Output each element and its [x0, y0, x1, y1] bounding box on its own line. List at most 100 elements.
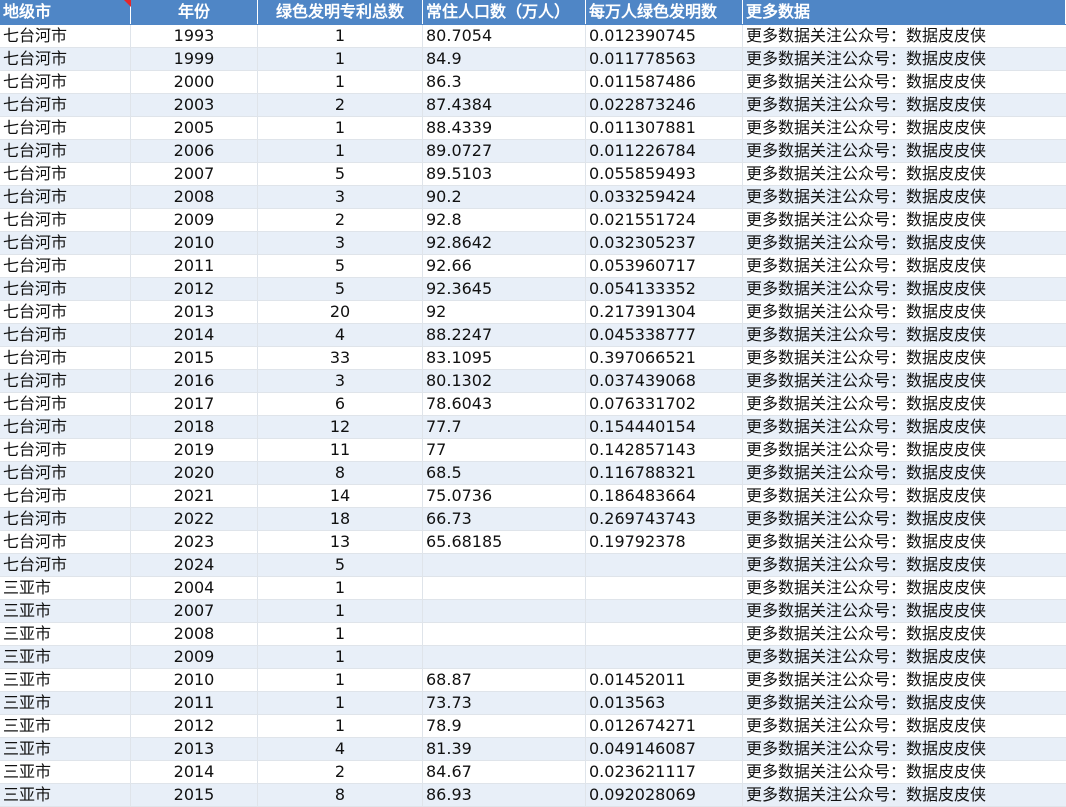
cell-more[interactable]: 更多数据关注公众号：数据皮皮侠 [743, 646, 1066, 668]
cell-population[interactable]: 66.73 [423, 508, 586, 530]
cell-per-capita[interactable]: 0.142857143 [586, 439, 743, 461]
cell-population[interactable]: 92.8 [423, 209, 586, 231]
cell-more[interactable]: 更多数据关注公众号：数据皮皮侠 [743, 301, 1066, 323]
cell-patents[interactable]: 5 [258, 278, 423, 300]
cell-population[interactable] [423, 554, 586, 576]
cell-more[interactable]: 更多数据关注公众号：数据皮皮侠 [743, 623, 1066, 645]
cell-per-capita[interactable]: 0.022873246 [586, 94, 743, 116]
cell-more[interactable]: 更多数据关注公众号：数据皮皮侠 [743, 531, 1066, 553]
cell-population[interactable] [423, 577, 586, 599]
cell-patents[interactable]: 1 [258, 669, 423, 691]
cell-year[interactable]: 2018 [131, 416, 258, 438]
cell-more[interactable]: 更多数据关注公众号：数据皮皮侠 [743, 232, 1066, 254]
cell-population[interactable]: 75.0736 [423, 485, 586, 507]
cell-city[interactable]: 三亚市 [0, 738, 131, 760]
cell-city[interactable]: 七台河市 [0, 94, 131, 116]
cell-more[interactable]: 更多数据关注公众号：数据皮皮侠 [743, 577, 1066, 599]
cell-per-capita[interactable]: 0.032305237 [586, 232, 743, 254]
cell-patents[interactable]: 13 [258, 531, 423, 553]
cell-patents[interactable]: 8 [258, 462, 423, 484]
cell-year[interactable]: 2014 [131, 324, 258, 346]
cell-patents[interactable]: 2 [258, 209, 423, 231]
cell-more[interactable]: 更多数据关注公众号：数据皮皮侠 [743, 324, 1066, 346]
header-cell-more[interactable]: 更多数据 [743, 0, 1066, 24]
cell-city[interactable]: 七台河市 [0, 393, 131, 415]
cell-year[interactable]: 2010 [131, 232, 258, 254]
cell-population[interactable]: 92.66 [423, 255, 586, 277]
cell-city[interactable]: 七台河市 [0, 163, 131, 185]
cell-year[interactable]: 2020 [131, 462, 258, 484]
cell-patents[interactable]: 1 [258, 692, 423, 714]
cell-population[interactable]: 65.68185 [423, 531, 586, 553]
cell-patents[interactable]: 4 [258, 324, 423, 346]
cell-population[interactable]: 68.87 [423, 669, 586, 691]
cell-more[interactable]: 更多数据关注公众号：数据皮皮侠 [743, 25, 1066, 47]
cell-per-capita[interactable]: 0.021551724 [586, 209, 743, 231]
cell-year[interactable]: 1993 [131, 25, 258, 47]
cell-population[interactable]: 90.2 [423, 186, 586, 208]
cell-population[interactable] [423, 600, 586, 622]
cell-population[interactable]: 77 [423, 439, 586, 461]
cell-per-capita[interactable]: 0.055859493 [586, 163, 743, 185]
cell-more[interactable]: 更多数据关注公众号：数据皮皮侠 [743, 692, 1066, 714]
cell-per-capita[interactable] [586, 623, 743, 645]
cell-year[interactable]: 2023 [131, 531, 258, 553]
cell-patents[interactable]: 11 [258, 439, 423, 461]
cell-patents[interactable]: 1 [258, 48, 423, 70]
cell-more[interactable]: 更多数据关注公众号：数据皮皮侠 [743, 48, 1066, 70]
cell-city[interactable]: 七台河市 [0, 209, 131, 231]
cell-population[interactable]: 88.4339 [423, 117, 586, 139]
cell-city[interactable]: 七台河市 [0, 347, 131, 369]
cell-year[interactable]: 2011 [131, 255, 258, 277]
cell-population[interactable] [423, 623, 586, 645]
cell-year[interactable]: 2006 [131, 140, 258, 162]
cell-population[interactable]: 84.9 [423, 48, 586, 70]
cell-more[interactable]: 更多数据关注公众号：数据皮皮侠 [743, 738, 1066, 760]
cell-year[interactable]: 2022 [131, 508, 258, 530]
cell-more[interactable]: 更多数据关注公众号：数据皮皮侠 [743, 761, 1066, 783]
cell-population[interactable]: 73.73 [423, 692, 586, 714]
cell-population[interactable]: 80.1302 [423, 370, 586, 392]
cell-city[interactable]: 七台河市 [0, 117, 131, 139]
cell-more[interactable]: 更多数据关注公众号：数据皮皮侠 [743, 186, 1066, 208]
cell-more[interactable]: 更多数据关注公众号：数据皮皮侠 [743, 462, 1066, 484]
cell-population[interactable]: 86.93 [423, 784, 586, 806]
cell-population[interactable]: 86.3 [423, 71, 586, 93]
cell-year[interactable]: 2015 [131, 347, 258, 369]
cell-per-capita[interactable]: 0.054133352 [586, 278, 743, 300]
cell-per-capita[interactable]: 0.01452011 [586, 669, 743, 691]
header-cell-population[interactable]: 常住人口数（万人） [423, 0, 586, 24]
cell-population[interactable]: 88.2247 [423, 324, 586, 346]
cell-more[interactable]: 更多数据关注公众号：数据皮皮侠 [743, 439, 1066, 461]
cell-city[interactable]: 七台河市 [0, 140, 131, 162]
cell-city[interactable]: 七台河市 [0, 554, 131, 576]
cell-per-capita[interactable]: 0.011307881 [586, 117, 743, 139]
cell-patents[interactable]: 5 [258, 163, 423, 185]
cell-year[interactable]: 2019 [131, 439, 258, 461]
cell-more[interactable]: 更多数据关注公众号：数据皮皮侠 [743, 370, 1066, 392]
cell-more[interactable]: 更多数据关注公众号：数据皮皮侠 [743, 94, 1066, 116]
cell-per-capita[interactable]: 0.037439068 [586, 370, 743, 392]
cell-city[interactable]: 七台河市 [0, 324, 131, 346]
cell-city[interactable]: 三亚市 [0, 784, 131, 806]
cell-year[interactable]: 2014 [131, 761, 258, 783]
cell-per-capita[interactable]: 0.076331702 [586, 393, 743, 415]
cell-more[interactable]: 更多数据关注公众号：数据皮皮侠 [743, 600, 1066, 622]
header-cell-patents[interactable]: 绿色发明专利总数 [258, 0, 423, 24]
cell-more[interactable]: 更多数据关注公众号：数据皮皮侠 [743, 715, 1066, 737]
cell-patents[interactable]: 1 [258, 646, 423, 668]
cell-city[interactable]: 三亚市 [0, 600, 131, 622]
cell-year[interactable]: 2009 [131, 209, 258, 231]
cell-per-capita[interactable] [586, 600, 743, 622]
cell-year[interactable]: 2010 [131, 669, 258, 691]
cell-per-capita[interactable]: 0.049146087 [586, 738, 743, 760]
cell-patents[interactable]: 3 [258, 232, 423, 254]
cell-patents[interactable]: 1 [258, 25, 423, 47]
cell-per-capita[interactable]: 0.19792378 [586, 531, 743, 553]
cell-patents[interactable]: 4 [258, 738, 423, 760]
cell-population[interactable]: 87.4384 [423, 94, 586, 116]
cell-city[interactable]: 三亚市 [0, 669, 131, 691]
cell-population[interactable]: 92.3645 [423, 278, 586, 300]
cell-per-capita[interactable]: 0.269743743 [586, 508, 743, 530]
cell-more[interactable]: 更多数据关注公众号：数据皮皮侠 [743, 416, 1066, 438]
